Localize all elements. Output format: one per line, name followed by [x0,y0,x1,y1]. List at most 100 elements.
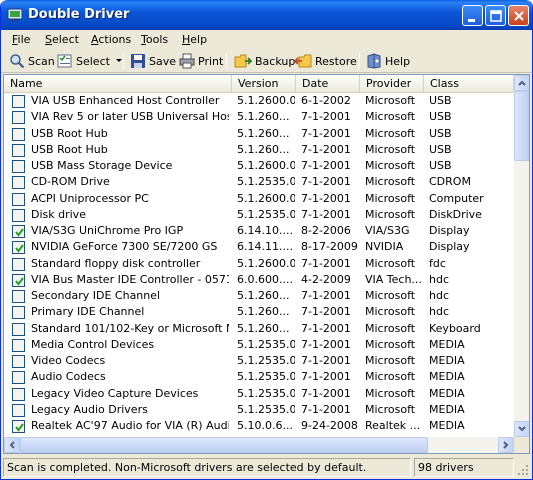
cell-version: 5.1.2535.0 [237,386,295,400]
vertical-scrollbar[interactable] [514,75,529,437]
menu-tools[interactable]: Tools [141,33,168,46]
magnifier-icon [10,54,25,69]
table-row[interactable]: Primary IDE Channel 5.1.260... 7-1-2001 Mic… [4,304,514,320]
table-row[interactable]: USB Root Hub 5.1.260... 7-1-2001 Microsoft U… [4,142,514,158]
restore-button[interactable]: Restore [294,51,357,71]
row-checkbox[interactable] [12,143,25,157]
table-row[interactable]: USB Mass Storage Device 5.1.2600.0 7-1-200… [4,158,514,174]
cell-version: 5.1.260... [237,126,290,140]
column-header-class[interactable]: Class [424,75,514,92]
row-checkbox[interactable] [12,208,25,222]
cell-class: MEDIA [429,419,465,432]
menu-select[interactable]: Select [45,33,79,46]
horizontal-scrollbar[interactable] [4,437,514,453]
scan-button[interactable]: Scan [9,51,55,71]
row-checkbox[interactable] [12,387,25,401]
table-row[interactable]: Disk drive 5.1.2535.0 7-1-2001 Microsoft Dis… [4,207,514,223]
row-checkbox[interactable] [12,241,25,255]
table-row[interactable]: VIA Bus Master IDE Controller - 0571 6.0.… [4,272,514,288]
cell-name: USB Root Hub [31,142,108,156]
cell-version: 5.1.2600.0 [237,159,295,172]
column-header-provider[interactable]: Provider [360,75,424,92]
table-row[interactable]: Legacy Video Capture Devices 5.1.2535.0 7-… [4,386,514,402]
table-row[interactable]: VIA/S3G UniChrome Pro IGP 6.14.10.... 8-2-… [4,223,514,239]
cell-date: 7-1-2001 [301,354,351,367]
column-header-date[interactable]: Date [296,75,360,92]
title-bar[interactable]: Double Driver [1,0,532,30]
table-row[interactable]: CD-ROM Drive 5.1.2535.0 7-1-2001 Microsoft C… [4,174,514,190]
cell-name: VIA/S3G UniChrome Pro IGP [31,224,184,237]
menu-actions[interactable]: Actions [91,33,131,46]
scroll-right-button[interactable] [498,437,514,453]
table-row[interactable]: Media Control Devices 5.1.2535.0 7-1-2001 M… [4,337,514,353]
row-checkbox[interactable] [12,160,25,173]
cell-provider: Microsoft [365,370,416,384]
help-button[interactable]: Help [366,51,410,71]
save-button[interactable]: Save [130,51,176,71]
print-button[interactable]: Print [179,51,223,71]
cell-class: Display [429,240,470,254]
scroll-down-button[interactable] [514,421,529,437]
row-checkbox[interactable] [12,273,25,287]
menu-file[interactable]: File [12,33,30,46]
cell-class: fdc [429,256,446,270]
select-dropdown-button[interactable]: Select [57,51,127,71]
cell-class: MEDIA [429,402,465,416]
backup-button[interactable]: Backup [234,51,295,71]
row-checkbox[interactable] [12,176,25,190]
cell-provider: Microsoft [365,191,416,205]
close-button[interactable] [508,5,529,26]
arrow-down-icon [518,426,526,432]
table-row[interactable]: Realtek AC'97 Audio for VIA (R) Audio C.… [4,418,514,434]
column-header-name[interactable]: Name [4,75,232,92]
driver-list[interactable]: Name Version Date Provider Class VIA USB… [3,74,530,454]
row-checkbox[interactable] [12,257,25,271]
scroll-up-button[interactable] [514,75,529,91]
table-row[interactable]: Secondary IDE Channel 5.1.260... 7-1-2001 M… [4,288,514,304]
row-checkbox[interactable] [12,403,25,417]
table-row[interactable]: NVIDIA GeForce 7300 SE/7200 GS 6.14.11...… [4,239,514,255]
row-checkbox[interactable] [12,290,25,303]
horizontal-scroll-thumb[interactable] [20,437,428,453]
table-row[interactable]: ACPI Uniprocessor PC 5.1.2600.0 7-1-2001 Mi… [4,191,514,207]
cell-provider: Microsoft [365,402,416,416]
resize-grip-icon[interactable] [517,464,529,476]
cell-date: 7-1-2001 [301,175,351,189]
cell-version: 5.1.2535.0 [237,370,295,384]
row-checkbox[interactable] [12,95,25,108]
row-checkbox[interactable] [12,127,25,141]
table-row[interactable]: VIA Rev 5 or later USB Universal Host C.… [4,109,514,125]
row-checkbox[interactable] [12,192,25,206]
maximize-button[interactable] [485,5,506,26]
row-checkbox[interactable] [12,322,25,336]
cell-provider: Microsoft [365,110,416,124]
vertical-scroll-thumb[interactable] [514,91,529,161]
cell-provider: Realtek ... [365,419,421,432]
menu-help[interactable]: Help [182,33,207,46]
row-checkbox[interactable] [12,338,25,352]
minimize-button[interactable] [462,5,483,26]
cell-class: USB [429,159,452,172]
column-header-version[interactable]: Version [232,75,296,92]
scroll-left-button[interactable] [4,437,20,453]
row-checkbox[interactable] [12,355,25,368]
table-row[interactable]: USB Root Hub 5.1.260... 7-1-2001 Microsoft U… [4,126,514,142]
table-row[interactable]: Standard 101/102-Key or Microsoft Nat...… [4,321,514,337]
driver-count: 98 drivers [414,458,514,477]
row-checkbox[interactable] [12,111,25,125]
row-checkbox[interactable] [12,225,25,238]
table-row[interactable]: Video Codecs 5.1.2535.0 7-1-2001 Microsoft M… [4,353,514,369]
restore-label: Restore [315,54,357,68]
cell-name: Disk drive [31,207,86,221]
cell-version: 5.1.2535.0 [237,207,295,221]
cell-date: 9-24-2008 [301,419,358,432]
table-row[interactable]: Audio Codecs 5.1.2535.0 7-1-2001 Microsoft M… [4,369,514,385]
row-checkbox[interactable] [12,371,25,385]
table-row[interactable]: Standard floppy disk controller 5.1.2600.… [4,256,514,272]
row-checkbox[interactable] [12,420,25,433]
row-checkbox[interactable] [12,306,25,320]
table-row[interactable]: VIA USB Enhanced Host Controller 5.1.2600… [4,93,514,109]
toolbar-separator [359,53,360,69]
table-row[interactable]: Legacy Audio Drivers 5.1.2535.0 7-1-2001 Mi… [4,402,514,418]
cell-provider: Microsoft [365,354,416,367]
